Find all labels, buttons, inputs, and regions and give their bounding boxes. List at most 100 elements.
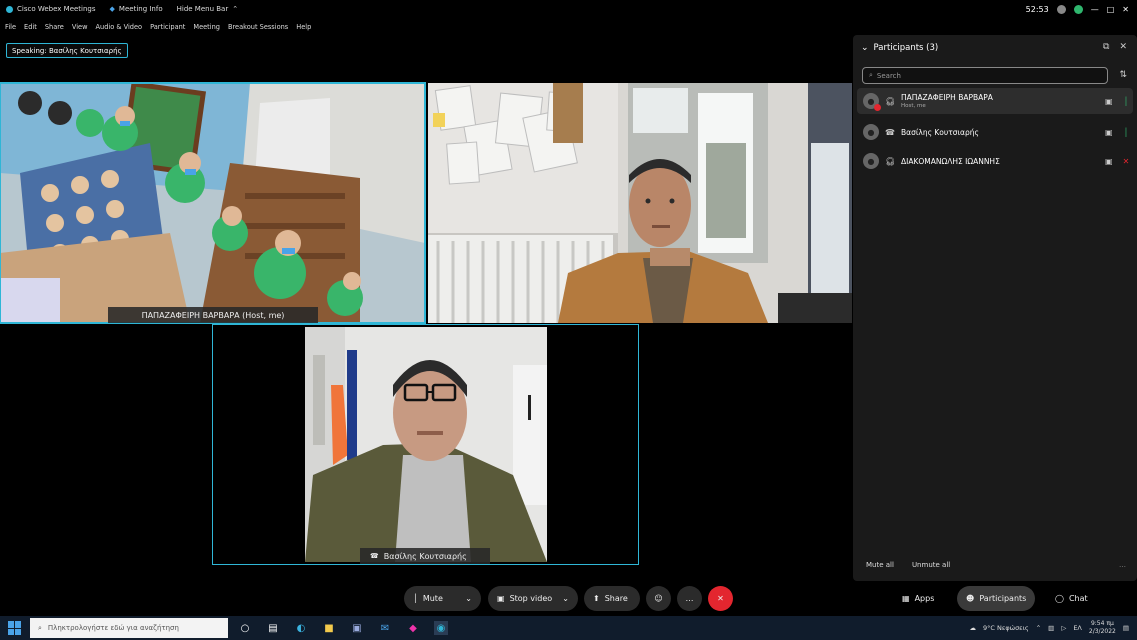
menu-breakout[interactable]: Breakout Sessions: [228, 23, 288, 31]
office-video: [428, 83, 852, 323]
meeting-info-button[interactable]: ◆ Meeting Info: [110, 5, 163, 13]
mute-button[interactable]: │ Mute ⌄: [404, 586, 481, 611]
microphone-icon: │: [413, 594, 418, 603]
close-panel-icon[interactable]: ✕: [1119, 42, 1127, 52]
volume-icon[interactable]: ▷: [1061, 624, 1066, 632]
more-button[interactable]: …: [677, 586, 702, 611]
tile-name-label: ☎ Βασίλης Κουτσιαρής: [360, 548, 490, 564]
apps-icon: ▦: [902, 594, 910, 603]
mute-all-button[interactable]: Mute all: [866, 561, 894, 569]
minimize-icon[interactable]: —: [1091, 5, 1099, 14]
meeting-timer: 52:53: [1025, 4, 1049, 14]
chat-icon: ◯: [1055, 594, 1064, 603]
reactions-button[interactable]: ☺: [646, 586, 671, 611]
participant-row[interactable]: ● 🎧︎ ΠΑΠΑΖΑΦΕΙΡΗ ΒΑΡΒΑΡΑ Host, me ▣ │: [857, 88, 1133, 114]
menu-share[interactable]: Share: [45, 23, 64, 31]
participants-title: Participants (3): [873, 43, 939, 53]
participant-row[interactable]: ● 🎧︎ ΔΙΑΚΟΜΑΝΩΛΗΣ ΙΩΑΝΝΗΣ ▣ ✕: [857, 148, 1133, 174]
participant-row[interactable]: ● ☎ Βασίλης Κουτσιαρής ▣ │: [857, 119, 1133, 145]
share-button[interactable]: ⬆ Share: [584, 586, 640, 611]
windows-start-icon[interactable]: [8, 621, 22, 635]
video-tile-participant[interactable]: [428, 83, 852, 323]
chevron-down-icon[interactable]: ⌄: [562, 594, 569, 603]
edge-icon[interactable]: ◐: [294, 621, 308, 635]
sort-icon[interactable]: ⇅: [1119, 70, 1127, 80]
phone-icon: ☎: [370, 552, 379, 560]
stop-video-button[interactable]: ▣ Stop video ⌄: [488, 586, 578, 611]
store-icon[interactable]: ▣: [350, 621, 364, 635]
menu-bar: File Edit Share View Audio & Video Parti…: [0, 20, 311, 34]
maximize-icon[interactable]: □: [1107, 5, 1115, 14]
avatar: ●: [863, 93, 881, 111]
camera-icon: ▣: [497, 594, 505, 603]
search-icon: ⌕: [869, 71, 873, 79]
webex-taskbar-icon[interactable]: ◉: [434, 621, 448, 635]
title-bar: Cisco Webex Meetings ◆ Meeting Info Hide…: [0, 0, 1137, 18]
unmute-all-button[interactable]: Unmute all: [912, 561, 950, 569]
meeting-controls: │ Mute ⌄ ▣ Stop video ⌄ ⬆ Share ☺ … ✕ ▦ …: [0, 586, 1137, 612]
video-icon[interactable]: ▣: [1105, 97, 1119, 106]
webex-logo-icon: [6, 5, 13, 13]
notifications-icon[interactable]: ▤: [1123, 624, 1129, 632]
app-icon[interactable]: ◆: [406, 621, 420, 635]
menu-meeting[interactable]: Meeting: [193, 23, 220, 31]
panel-header-actions: ⧉ ✕: [1103, 42, 1127, 52]
taskbar-apps: ○ ▤ ◐ ■ ▣ ✉ ◆ ◉: [238, 621, 448, 635]
info-icon[interactable]: [1056, 4, 1066, 14]
headset-icon: 🎧︎: [885, 96, 896, 106]
video-icon[interactable]: ▣: [1105, 128, 1119, 137]
file-explorer-icon[interactable]: ■: [322, 621, 336, 635]
mic-on-icon[interactable]: │: [1119, 97, 1133, 106]
close-icon[interactable]: ✕: [1122, 5, 1129, 14]
video-tile-speaker[interactable]: ☎ Βασίλης Κουτσιαρής: [212, 324, 639, 565]
popout-icon[interactable]: ⧉: [1103, 42, 1109, 52]
smiley-icon: ☺: [654, 594, 663, 603]
apps-button[interactable]: ▦ Apps: [893, 586, 943, 611]
tray-chevron-icon[interactable]: ⌃: [1036, 624, 1041, 632]
menu-file[interactable]: File: [5, 23, 16, 31]
taskbar: ⌕ Πληκτρολογήστε εδώ για αναζήτηση ○ ▤ ◐…: [0, 616, 1137, 640]
video-icon[interactable]: ▣: [1105, 157, 1119, 166]
task-view-icon[interactable]: ▤: [266, 621, 280, 635]
clock[interactable]: 9:54 πμ 2/3/2022: [1089, 620, 1116, 636]
avatar: ●: [863, 124, 879, 140]
search-icon: ⌕: [38, 623, 42, 632]
menu-help[interactable]: Help: [296, 23, 311, 31]
mic-muted-icon[interactable]: ✕: [1119, 157, 1133, 166]
participants-header[interactable]: ⌄ Participants (3): [861, 43, 938, 53]
hide-menu-bar-button[interactable]: Hide Menu Bar ⌃: [177, 5, 238, 13]
connection-status-icon[interactable]: [1073, 4, 1083, 14]
participant-name: ΔΙΑΚΟΜΑΝΩΛΗΣ ΙΩΑΝΝΗΣ: [901, 156, 1000, 166]
close-icon: ✕: [717, 594, 724, 603]
language-indicator[interactable]: ΕΛ: [1073, 624, 1082, 632]
chevron-down-icon[interactable]: ⌄: [465, 594, 472, 603]
mic-on-icon[interactable]: │: [1119, 128, 1133, 137]
participant-name: ΠΑΠΑΖΑΦΕΙΡΗ ΒΑΡΒΑΡΑ Host, me: [901, 93, 993, 109]
panel-footer: Mute all Unmute all …: [866, 561, 1126, 569]
mail-icon[interactable]: ✉: [378, 621, 392, 635]
classroom-video: [0, 83, 425, 323]
more-options-icon[interactable]: …: [1119, 561, 1126, 569]
menu-audio-video[interactable]: Audio & Video: [96, 23, 143, 31]
network-icon[interactable]: ▥: [1048, 624, 1054, 632]
headset-icon: 🎧︎: [885, 156, 896, 166]
shield-icon: ◆: [109, 5, 115, 13]
chat-button[interactable]: ◯ Chat: [1046, 586, 1097, 611]
participant-name: Βασίλης Κουτσιαρής: [901, 127, 979, 137]
chevron-up-icon: ⌃: [232, 5, 239, 13]
taskbar-search-input[interactable]: ⌕ Πληκτρολογήστε εδώ για αναζήτηση: [30, 618, 228, 638]
weather-text[interactable]: 9°C Νεφώσεις: [983, 624, 1029, 632]
tile-name-label: ΠΑΠΑΖΑΦΕΙΡΗ ΒΑΡΒΑΡΑ (Host, me): [108, 307, 318, 323]
chevron-down-icon[interactable]: ⌄: [861, 43, 869, 53]
menu-edit[interactable]: Edit: [24, 23, 37, 31]
cortana-icon[interactable]: ○: [238, 621, 252, 635]
menu-participant[interactable]: Participant: [150, 23, 185, 31]
participant-search-input[interactable]: ⌕ Search: [862, 67, 1108, 84]
participants-button[interactable]: ☻ Participants: [957, 586, 1036, 611]
video-tile-host[interactable]: ΠΑΠΑΖΑΦΕΙΡΗ ΒΑΡΒΑΡΑ (Host, me): [0, 82, 426, 324]
menu-view[interactable]: View: [72, 23, 88, 31]
avatar: ●: [863, 153, 879, 169]
weather-icon: ☁: [969, 624, 976, 632]
leave-meeting-button[interactable]: ✕: [708, 586, 733, 611]
system-tray: ☁ 9°C Νεφώσεις ⌃ ▥ ▷ ΕΛ 9:54 πμ 2/3/2022…: [969, 616, 1129, 640]
